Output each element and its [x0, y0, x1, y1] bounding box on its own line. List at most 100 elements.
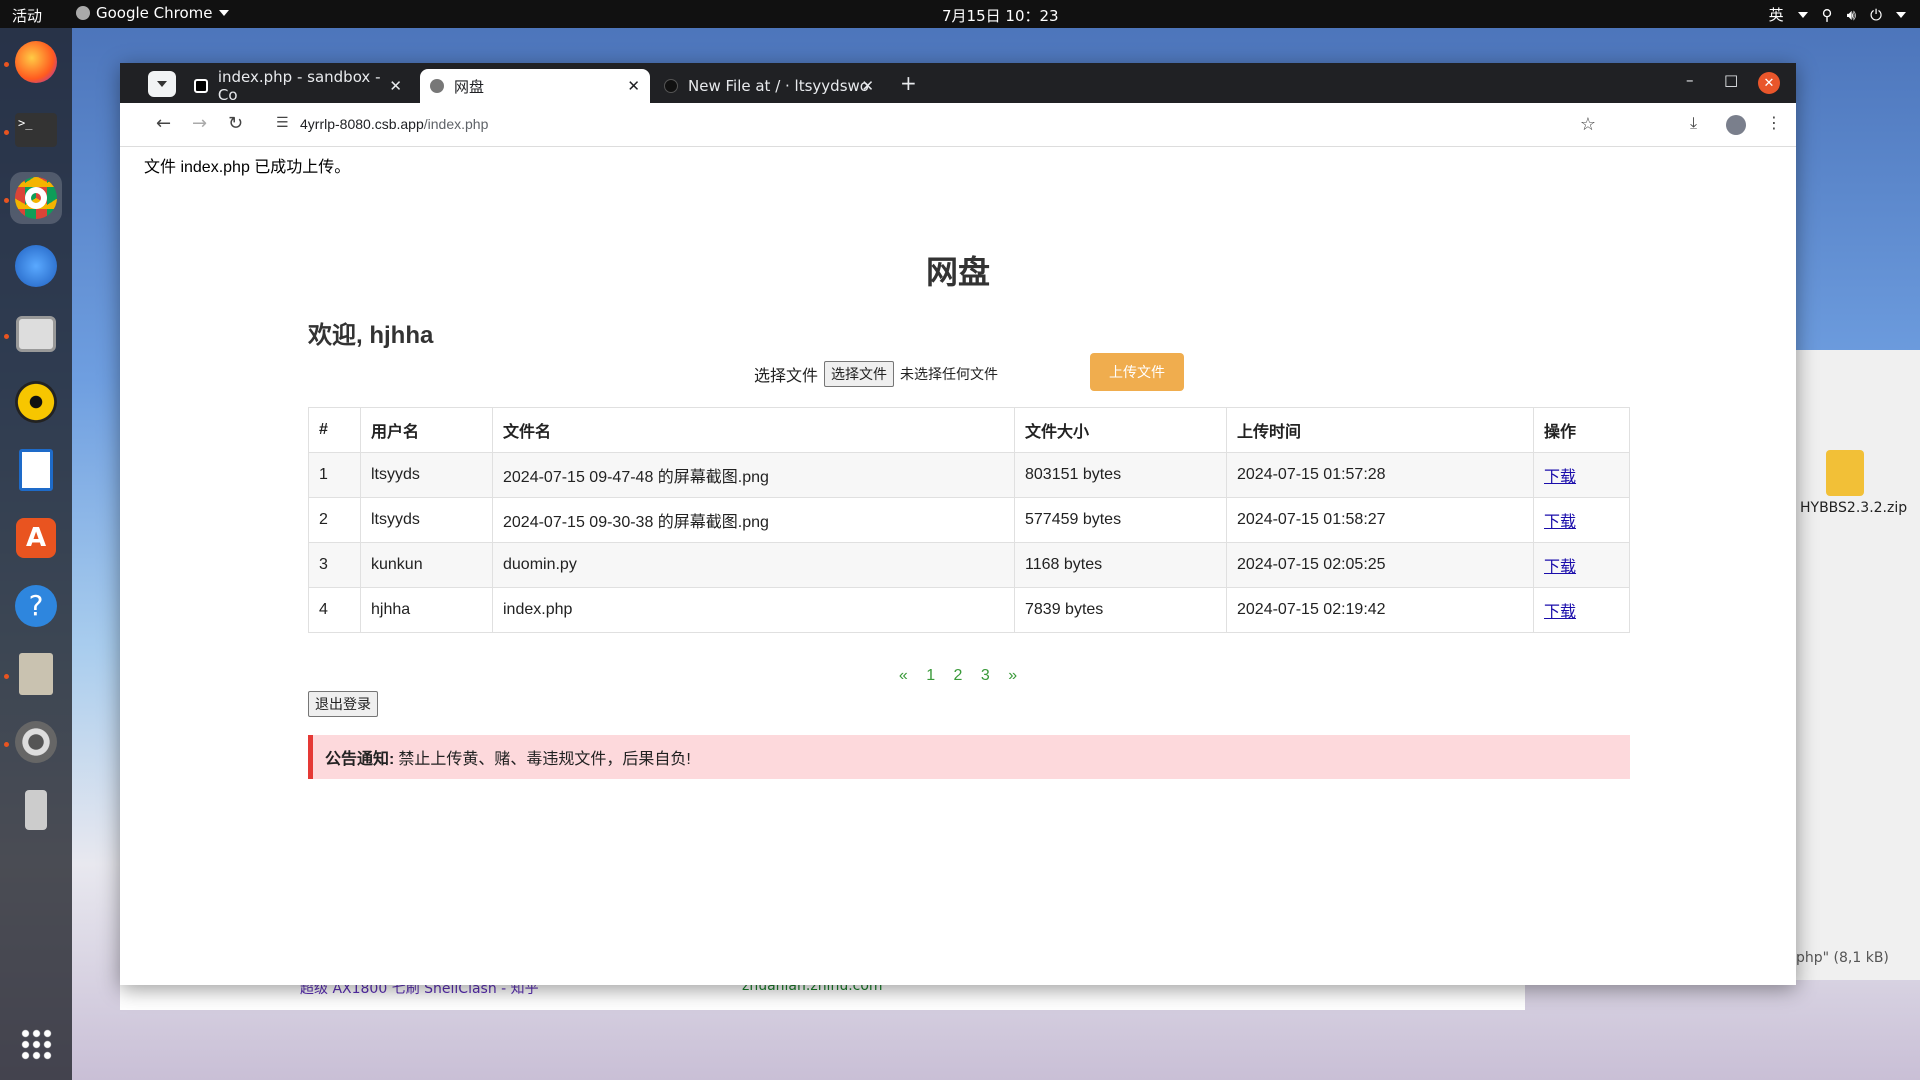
- app-grid-icon[interactable]: [10, 1018, 62, 1070]
- input-method[interactable]: 英: [1769, 4, 1784, 25]
- tab-github-new-file[interactable]: New File at / · ltsyydswo ✕: [654, 69, 884, 103]
- usb-icon[interactable]: [10, 784, 62, 836]
- url-path: /index.php: [423, 116, 489, 132]
- tab-sandbox[interactable]: index.php - sandbox - Co ✕: [184, 68, 412, 104]
- cell-size: 7839 bytes: [1014, 587, 1227, 633]
- close-window-button[interactable]: ✕: [1758, 72, 1780, 94]
- codesandbox-icon: [194, 79, 208, 93]
- zip-file-label: HYBBS2.3.2.zip: [1800, 500, 1908, 516]
- choose-file-button[interactable]: 选择文件: [824, 361, 895, 387]
- pager-page-2[interactable]: 2: [954, 667, 963, 684]
- file-manager-panel: php" (8,1 kB): [1796, 350, 1920, 980]
- download-link[interactable]: 下载: [1544, 514, 1576, 531]
- terminal-icon[interactable]: >_: [10, 104, 62, 156]
- cell-time: 2024-07-15 02:19:42: [1226, 587, 1534, 633]
- table-row: 2 ltsyyds 2024-07-15 09-30-38 的屏幕截图.png …: [308, 497, 1630, 543]
- chevron-down-icon: [1896, 11, 1906, 18]
- app-center-icon[interactable]: A: [10, 512, 62, 564]
- pager-page-1[interactable]: 1: [926, 667, 935, 684]
- bookmark-star-icon[interactable]: ☆: [1580, 114, 1596, 135]
- running-indicator: [4, 62, 9, 67]
- activities-button[interactable]: 活动: [12, 5, 42, 26]
- address-bar[interactable]: ☰ 4yrrlp-8080.csb.app/index.php ☆: [266, 109, 1606, 141]
- cell-size: 1168 bytes: [1014, 542, 1227, 588]
- back-button[interactable]: ←: [156, 113, 171, 134]
- running-indicator: [4, 198, 9, 203]
- settings-icon[interactable]: [10, 716, 62, 768]
- zip-file-icon: [1826, 450, 1864, 496]
- cell-action: 下载: [1533, 542, 1630, 588]
- globe-icon: [430, 79, 444, 93]
- app-menu[interactable]: Google Chrome: [76, 4, 229, 22]
- cell-size: 577459 bytes: [1014, 497, 1227, 543]
- writer-icon[interactable]: [10, 444, 62, 496]
- table-row: 4 hjhha index.php 7839 bytes 2024-07-15 …: [308, 587, 1630, 633]
- cell-user: hjhha: [360, 587, 493, 633]
- download-icon[interactable]: ⤓: [1690, 113, 1697, 133]
- pager-next[interactable]: »: [1008, 667, 1017, 684]
- site-info-icon[interactable]: ☰: [276, 115, 289, 131]
- cell-file: duomin.py: [492, 542, 1015, 588]
- forward-button[interactable]: →: [192, 113, 207, 134]
- download-link[interactable]: 下载: [1544, 604, 1576, 621]
- pager-page-3[interactable]: 3: [981, 667, 990, 684]
- cell-user: kunkun: [360, 542, 493, 588]
- new-tab-button[interactable]: +: [900, 71, 917, 95]
- chrome-icon[interactable]: [10, 172, 62, 224]
- zip-file-item[interactable]: HYBBS2.3.2.zip: [1800, 450, 1908, 516]
- profile-avatar[interactable]: [1726, 115, 1746, 135]
- minimize-button[interactable]: –: [1686, 71, 1694, 89]
- chrome-small-icon: [76, 6, 90, 20]
- logout-button[interactable]: 退出登录: [308, 691, 378, 717]
- download-link[interactable]: 下载: [1544, 559, 1576, 576]
- running-indicator: [4, 130, 9, 135]
- column-header: 用户名: [360, 407, 493, 453]
- volume-icon: 🔊︎: [1846, 5, 1857, 24]
- reload-button[interactable]: ↻: [228, 113, 243, 134]
- cell-time: 2024-07-15 02:05:25: [1226, 542, 1534, 588]
- running-indicator: [4, 334, 9, 339]
- cell-num: 2: [308, 497, 361, 543]
- chevron-down-icon: [1797, 11, 1808, 18]
- maximize-button[interactable]: □: [1724, 71, 1738, 89]
- running-indicator: [4, 674, 9, 679]
- upload-button[interactable]: 上传文件: [1090, 353, 1184, 391]
- network-icon: ⚲: [1821, 5, 1833, 24]
- tab-wangpan[interactable]: 网盘 ✕: [420, 69, 650, 103]
- welcome-heading: 欢迎, hjhha: [308, 322, 434, 349]
- menu-icon[interactable]: ⋮: [1766, 113, 1782, 132]
- close-icon[interactable]: ✕: [627, 77, 640, 95]
- tab-label: 网盘: [454, 77, 485, 96]
- cell-action: 下载: [1533, 452, 1630, 498]
- pager-prev[interactable]: «: [899, 667, 908, 684]
- clock[interactable]: 7月15日 10：23: [942, 5, 1059, 26]
- no-file-text: 未选择任何文件: [900, 366, 999, 382]
- upload-label: 选择文件: [754, 368, 819, 385]
- notice-text: 禁止上传黄、赌、毒违规文件，后果自负!: [398, 751, 691, 768]
- cell-time: 2024-07-15 01:57:28: [1226, 452, 1534, 498]
- pagination: « 1 2 3 »: [120, 667, 1796, 685]
- archive-icon[interactable]: [10, 648, 62, 700]
- help-icon[interactable]: ?: [10, 580, 62, 632]
- cell-action: 下载: [1533, 587, 1630, 633]
- notice-label: 公告通知:: [325, 751, 395, 768]
- url-text: 4yrrlp-8080.csb.app/index.php: [300, 116, 488, 132]
- table-header-row: # 用户名 文件名 文件大小 上传时间 操作: [308, 407, 1630, 453]
- system-top-bar: 活动 Google Chrome 7月15日 10：23 英 ⚲ 🔊︎ ⏻: [0, 0, 1920, 28]
- files-icon[interactable]: [10, 308, 62, 360]
- file-table: # 用户名 文件名 文件大小 上传时间 操作 1 ltsyyds 2024-07…: [308, 407, 1630, 633]
- rhythmbox-icon[interactable]: [10, 376, 62, 428]
- cell-num: 3: [308, 542, 361, 588]
- close-icon[interactable]: ✕: [389, 77, 402, 95]
- running-indicator: [4, 742, 9, 747]
- firefox-icon[interactable]: [10, 36, 62, 88]
- upload-success-message: 文件 index.php 已成功上传。: [144, 159, 351, 176]
- chevron-down-icon: [157, 81, 167, 87]
- thunderbird-icon[interactable]: [10, 240, 62, 292]
- download-link[interactable]: 下载: [1544, 469, 1576, 486]
- close-icon[interactable]: ✕: [861, 77, 874, 95]
- tab-search-button[interactable]: [148, 71, 176, 97]
- cell-user: ltsyyds: [360, 497, 493, 543]
- cell-time: 2024-07-15 01:58:27: [1226, 497, 1534, 543]
- system-tray[interactable]: 英 ⚲ 🔊︎ ⏻: [1769, 4, 1906, 25]
